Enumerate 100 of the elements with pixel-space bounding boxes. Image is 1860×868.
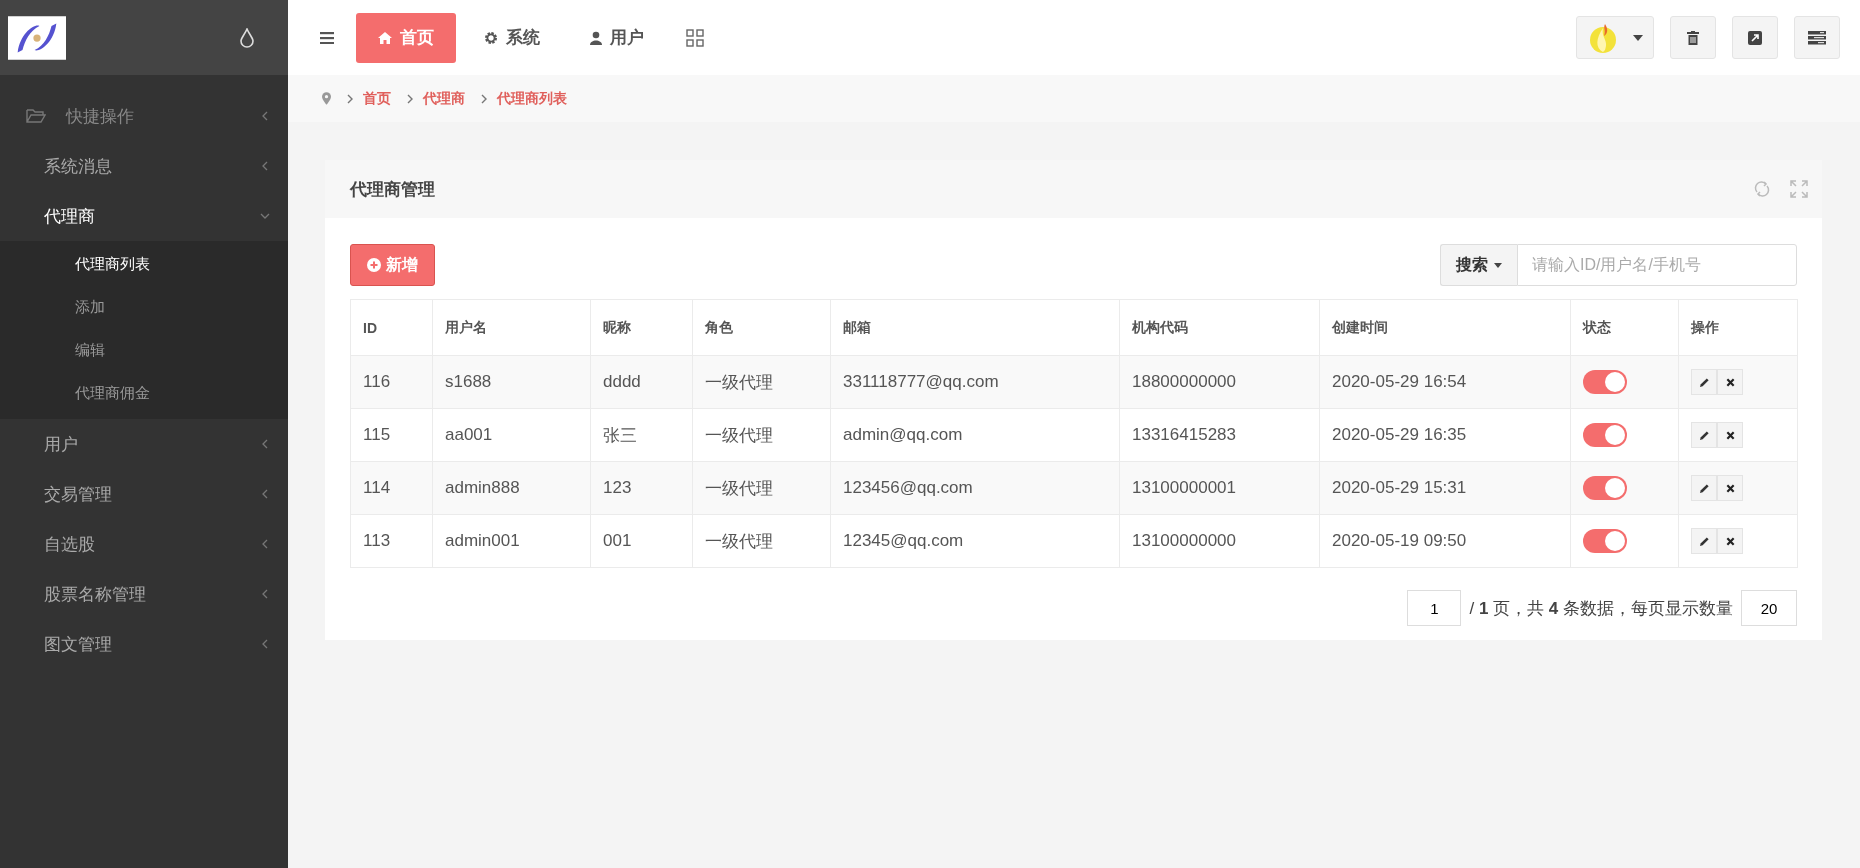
breadcrumb-link[interactable]: 首页 (363, 89, 391, 108)
external-link-icon (1748, 30, 1762, 45)
close-icon (1725, 483, 1735, 493)
pencil-icon (1698, 429, 1710, 441)
home-icon (378, 31, 392, 44)
folder-icon (26, 108, 46, 124)
close-icon (1725, 430, 1735, 440)
sidebar-item[interactable]: 图文管理 (0, 619, 288, 669)
status-toggle[interactable] (1583, 529, 1627, 553)
chevron-left-icon (260, 589, 270, 599)
nav-tab[interactable]: 用户 (568, 12, 666, 63)
logo-icon (8, 15, 66, 60)
table-cell: 一级代理 (692, 514, 831, 568)
page-number-field[interactable]: 1 (1407, 590, 1462, 626)
sidebar-item[interactable]: 代理商 (0, 191, 288, 241)
table-cell: admin001 (432, 514, 591, 568)
panel-title: 代理商管理 (350, 178, 436, 201)
chevron-right-icon (481, 93, 487, 104)
map-pin-icon (322, 92, 331, 105)
close-icon (1725, 377, 1735, 387)
chevron-right-icon (407, 93, 413, 104)
trash-button[interactable] (1670, 16, 1716, 59)
caret-icon (1633, 34, 1643, 41)
sidebar-item[interactable]: 快捷操作 (0, 91, 288, 141)
table-cell: 一级代理 (692, 461, 831, 515)
trash-icon (1687, 30, 1699, 45)
edit-button[interactable] (1691, 422, 1717, 448)
table-cell: 115 (350, 408, 433, 462)
add-button[interactable]: 新增 (350, 244, 435, 286)
server-icon (1808, 30, 1826, 45)
chevron-left-icon (260, 489, 270, 499)
delete-button[interactable] (1717, 528, 1743, 554)
table-cell: 123 (590, 461, 693, 515)
drop-icon[interactable] (240, 27, 254, 48)
table-cell: 13316415283 (1119, 408, 1320, 462)
chevron-left-icon (260, 439, 270, 449)
delete-button[interactable] (1717, 369, 1743, 395)
pagination-summary: / 1 页，共 4 条数据，每页显示数量 (1469, 597, 1733, 620)
chevron-left-icon (260, 539, 270, 549)
column-header: 操作 (1678, 299, 1798, 356)
sidebar-item[interactable]: 用户 (0, 419, 288, 469)
nav-tab[interactable]: 首页 (356, 12, 456, 63)
column-header: 邮箱 (830, 299, 1120, 356)
nav-tab[interactable]: 系统 (462, 12, 562, 63)
delete-button[interactable] (1717, 422, 1743, 448)
table-cell: 张三 (590, 408, 693, 462)
search-field[interactable]: 请输入ID/用户名/手机号 (1517, 244, 1797, 286)
table-cell: admin@qq.com (830, 408, 1120, 462)
sidebar-item[interactable]: 自选股 (0, 519, 288, 569)
table-cell: 18800000000 (1119, 355, 1320, 409)
caret-icon (1494, 262, 1502, 268)
table-cell: 2020-05-19 09:50 (1319, 514, 1571, 568)
breadcrumb-link[interactable]: 代理商列表 (497, 89, 567, 108)
table-cell: dddd (590, 355, 693, 409)
submenu-item[interactable]: 编辑 (0, 329, 288, 372)
status-toggle[interactable] (1583, 370, 1627, 394)
table-cell: 一级代理 (692, 408, 831, 462)
status-toggle[interactable] (1583, 476, 1627, 500)
sidebar-item[interactable]: 系统消息 (0, 141, 288, 191)
apps-grid-icon[interactable] (686, 28, 704, 47)
status-toggle[interactable] (1583, 423, 1627, 447)
column-header: 用户名 (432, 299, 591, 356)
table-cell: 一级代理 (692, 355, 831, 409)
layout-button[interactable] (1794, 16, 1840, 59)
chevron-left-icon (260, 161, 270, 171)
chevron-left-icon (260, 639, 270, 649)
table-cell: aa001 (432, 408, 591, 462)
column-header: 角色 (692, 299, 831, 356)
table-cell: 001 (590, 514, 693, 568)
table-cell: 2020-05-29 16:54 (1319, 355, 1571, 409)
submenu-item[interactable]: 代理商列表 (0, 243, 288, 286)
menu-icon[interactable] (320, 31, 334, 44)
table-cell: 12345@qq.com (830, 514, 1120, 568)
column-header: 机构代码 (1119, 299, 1320, 356)
table-cell: 2020-05-29 15:31 (1319, 461, 1571, 515)
column-header: 创建时间 (1319, 299, 1571, 356)
edit-button[interactable] (1691, 369, 1717, 395)
submenu-item[interactable]: 代理商佣金 (0, 372, 288, 415)
page-size-field[interactable]: 20 (1741, 590, 1797, 626)
close-icon (1725, 536, 1735, 546)
sidebar-item[interactable]: 交易管理 (0, 469, 288, 519)
column-header: 昵称 (590, 299, 693, 356)
table-cell: 116 (350, 355, 433, 409)
pencil-icon (1698, 482, 1710, 494)
delete-button[interactable] (1717, 475, 1743, 501)
pencil-icon (1698, 376, 1710, 388)
sidebar-item[interactable]: 股票名称管理 (0, 569, 288, 619)
table-cell: 13100000001 (1119, 461, 1320, 515)
column-header: 状态 (1570, 299, 1679, 356)
table-cell: 123456@qq.com (830, 461, 1120, 515)
edit-button[interactable] (1691, 475, 1717, 501)
table-cell: 331118777@qq.com (830, 355, 1120, 409)
edit-button[interactable] (1691, 528, 1717, 554)
table-cell: 114 (350, 461, 433, 515)
table-cell: s1688 (432, 355, 591, 409)
submenu-item[interactable]: 添加 (0, 286, 288, 329)
breadcrumb-link[interactable]: 代理商 (423, 89, 465, 108)
external-link-button[interactable] (1732, 16, 1778, 59)
table-cell: 2020-05-29 16:35 (1319, 408, 1571, 462)
search-dropdown-button[interactable]: 搜索 (1440, 244, 1517, 286)
